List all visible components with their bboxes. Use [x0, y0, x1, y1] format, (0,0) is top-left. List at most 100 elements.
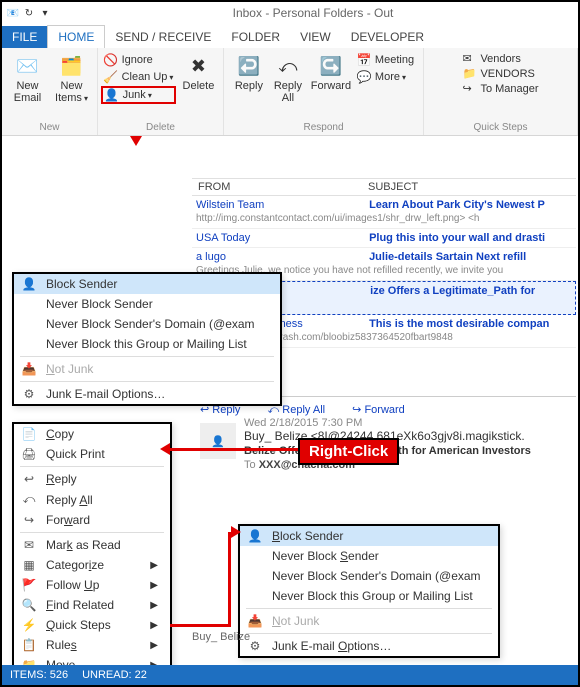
tab-file[interactable]: FILE: [2, 26, 47, 48]
msg-preview: http://img.constantcontact.com/ui/images…: [196, 212, 572, 226]
quick-access-toolbar: 📧 ↻ ▾: [6, 6, 52, 20]
menu-label: Find Related: [46, 598, 114, 612]
tab-folder[interactable]: FOLDER: [221, 26, 290, 48]
list-item[interactable]: USA Today Plug this into your wall and d…: [192, 229, 576, 248]
move-icon: 📁: [20, 658, 38, 665]
sub-junk-options[interactable]: ⚙Junk E-mail Options…: [240, 636, 498, 656]
msg-from: Wilstein Team: [196, 198, 366, 212]
menu-never-block-sender[interactable]: Never Block Sender: [14, 294, 280, 314]
quickstep-vendors-folder[interactable]: 📁VENDORS: [462, 67, 538, 81]
cleanup-icon: 🧹: [104, 70, 118, 84]
group-respond-label: Respond: [303, 122, 343, 135]
menu-label: Quick Print: [46, 447, 105, 461]
message-column-header: FROM SUBJECT: [192, 178, 576, 196]
tomanager-icon: ↪: [462, 82, 476, 96]
block-sender-icon: 👤: [246, 529, 264, 543]
ctx-reply[interactable]: ↩Reply: [14, 469, 170, 489]
vendors-folder-icon: 📁: [462, 67, 476, 81]
menu-label: Never Block Sender: [46, 297, 153, 311]
not-junk-icon: 📥: [246, 614, 264, 628]
cleanup-label: Clean Up: [122, 71, 174, 83]
sub-block-sender[interactable]: 👤 Block Sender: [240, 526, 498, 546]
col-subject[interactable]: SUBJECT: [362, 179, 424, 195]
ctx-quick-print[interactable]: 🖨 Quick Print: [14, 444, 170, 464]
annotation-arrow: [170, 624, 230, 627]
tab-home[interactable]: HOME: [47, 25, 105, 48]
reply-button[interactable]: ↩️Reply: [230, 50, 268, 92]
new-email-button[interactable]: ✉️ New Email: [6, 50, 50, 104]
msg-subject: Learn About Park City's Newest P: [369, 199, 545, 211]
junk-dropdown-menu: 👤Block Sender Never Block Sender Never B…: [12, 272, 282, 406]
tab-developer[interactable]: DEVELOPER: [341, 26, 434, 48]
annotation-arrow: [170, 448, 298, 451]
menu-separator: [246, 608, 492, 609]
ribbon-tabs: FILE HOME SEND / RECEIVE FOLDER VIEW DEV…: [2, 24, 578, 48]
forward-icon: ↪️: [319, 54, 343, 78]
menu-block-sender[interactable]: 👤Block Sender: [14, 274, 280, 294]
menu-not-junk: 📥Not Junk: [14, 359, 280, 379]
meeting-button[interactable]: 📅Meeting: [354, 52, 417, 68]
ctx-move[interactable]: 📁Move▶: [14, 655, 170, 665]
menu-label: Reply All: [46, 493, 93, 507]
menu-never-block-domain[interactable]: Never Block Sender's Domain (@exam: [14, 314, 280, 334]
menu-label: Never Block this Group or Mailing List: [46, 337, 247, 351]
tab-send-receive[interactable]: SEND / RECEIVE: [105, 26, 221, 48]
cleanup-button[interactable]: 🧹 Clean Up: [101, 69, 177, 85]
menu-label: Reply: [46, 472, 77, 486]
ctx-find-related[interactable]: 🔍Find Related▶: [14, 595, 170, 615]
ctx-reply-all[interactable]: ⤺Reply All: [14, 489, 170, 510]
ctx-rules[interactable]: 📋Rules▶: [14, 635, 170, 655]
menu-label: Block Sender: [46, 277, 117, 291]
menu-label: Never Block Sender's Domain (@exam: [46, 317, 255, 331]
submenu-arrow-icon: ▶: [150, 580, 158, 591]
more-respond-button[interactable]: 💬More: [354, 69, 417, 85]
delete-label: Delete: [183, 80, 215, 92]
menu-label: Copy: [46, 427, 74, 441]
ctx-categorize[interactable]: ▦Categorize▶: [14, 555, 170, 575]
menu-label: Never Block Sender: [272, 549, 379, 563]
forward-button[interactable]: ↪️ Forward: [308, 50, 354, 92]
list-item[interactable]: Wilstein Team Learn About Park City's Ne…: [192, 196, 576, 229]
tab-view[interactable]: VIEW: [290, 26, 341, 48]
delete-button[interactable]: ✖ Delete: [176, 50, 220, 92]
reply-all-button[interactable]: ⤺Reply All: [268, 50, 308, 104]
send-receive-qa-icon[interactable]: ↻: [22, 6, 36, 20]
ctx-quick-steps[interactable]: ⚡Quick Steps▶: [14, 615, 170, 635]
ctx-copy[interactable]: 📄Copy: [14, 424, 170, 444]
annotation-arrow-head: [231, 526, 241, 538]
col-from[interactable]: FROM: [192, 179, 362, 195]
qa-dropdown-icon[interactable]: ▾: [38, 6, 52, 20]
menu-label: Block Sender: [272, 529, 343, 543]
categorize-icon: ▦: [20, 558, 38, 572]
annotation-arrow: [228, 532, 231, 627]
msg-subject: ize Offers a Legitimate_Path for: [370, 285, 535, 297]
msg-from: a lugo: [196, 250, 366, 264]
sub-never-block-sender[interactable]: Never Block Sender: [240, 546, 498, 566]
new-items-button[interactable]: 🗂️ New Items: [50, 50, 94, 105]
menu-separator: [20, 381, 274, 382]
outlook-icon: 📧: [6, 6, 20, 20]
window-title: Inbox - Personal Folders - Out: [52, 6, 574, 20]
msg-subject: Plug this into your wall and drasti: [369, 232, 545, 244]
submenu-arrow-icon: ▶: [150, 600, 158, 611]
quickstep-tomanager[interactable]: ↪To Manager: [462, 82, 538, 96]
menu-label: Forward: [46, 513, 90, 527]
ctx-forward[interactable]: ↪ Forward: [14, 510, 170, 530]
quickstep-vendors-link[interactable]: ✉Vendors: [462, 52, 538, 66]
menu-junk-options[interactable]: ⚙Junk E-mail Options…: [14, 384, 280, 404]
ignore-button[interactable]: 🚫Ignore: [101, 52, 177, 68]
reply-all-label: Reply All: [268, 80, 308, 104]
pane-forward[interactable]: ↪ Forward: [352, 404, 417, 416]
print-icon: 🖨: [20, 447, 38, 461]
junk-button[interactable]: 👤Junk: [101, 86, 177, 104]
avatar: 👤: [200, 423, 236, 459]
menu-never-block-group[interactable]: Never Block this Group or Mailing List: [14, 334, 280, 354]
annotation-right-click: Right-Click: [298, 438, 399, 465]
ctx-follow-up[interactable]: 🚩Follow Up▶: [14, 575, 170, 595]
forward-icon: ↪: [20, 513, 38, 527]
sub-never-block-group[interactable]: Never Block this Group or Mailing List: [240, 586, 498, 606]
ctx-mark-read[interactable]: ✉Mark as Read: [14, 535, 170, 555]
forward-label: Forward: [311, 80, 351, 92]
msg-subject: Julie-details Sartain Next refill: [369, 251, 526, 263]
sub-never-block-domain[interactable]: Never Block Sender's Domain (@exam: [240, 566, 498, 586]
